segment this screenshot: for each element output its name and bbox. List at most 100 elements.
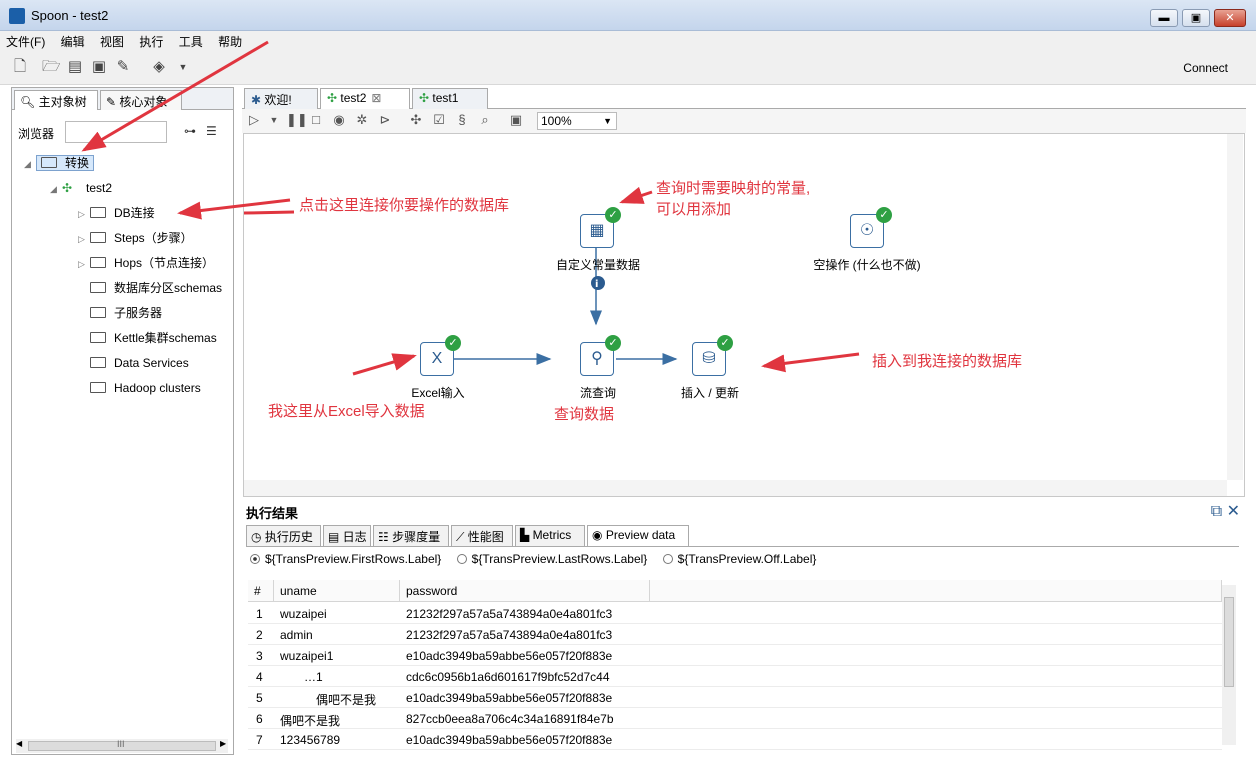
- cell-uname: wuzaipei: [280, 607, 327, 621]
- tab-step-metrics[interactable]: ☷ 步骤度量: [373, 525, 449, 546]
- tree-node-test2[interactable]: ◢ ✣ test2: [50, 177, 112, 199]
- tree-horizontal-scrollbar[interactable]: ◀ III ▶: [16, 739, 228, 753]
- tree-item-cluster-schemas[interactable]: Kettle集群schemas: [90, 327, 217, 349]
- radio-selected: [250, 554, 260, 564]
- layers-icon[interactable]: ◈: [150, 58, 168, 76]
- collapse-tree-icon[interactable]: ☰: [206, 124, 217, 138]
- column-header-index[interactable]: #: [248, 580, 274, 602]
- tab-performance-graph[interactable]: ⟋ 性能图: [451, 525, 513, 546]
- scroll-thumb[interactable]: [1224, 597, 1234, 687]
- eye-icon: ◉: [592, 528, 606, 542]
- menu-view[interactable]: 视图: [94, 31, 130, 50]
- close-button[interactable]: ✕: [1214, 9, 1246, 27]
- open-file-icon[interactable]: 🗁: [42, 58, 61, 76]
- tab-welcome-label: 欢迎!: [264, 93, 292, 107]
- folder-icon: [90, 257, 106, 268]
- tab-preview-data[interactable]: ◉ Preview data: [587, 525, 689, 546]
- canvas-horizontal-scrollbar[interactable]: [244, 480, 1227, 496]
- tab-label: 日志: [342, 530, 367, 544]
- tree-item-db-connections[interactable]: ▷ DB连接: [78, 202, 155, 224]
- pencil-icon: ✎: [106, 95, 120, 109]
- debug-icon[interactable]: ✲: [354, 112, 370, 128]
- impact-icon[interactable]: ☑: [431, 112, 447, 128]
- canvas-vertical-scrollbar[interactable]: [1227, 134, 1243, 480]
- verify-icon[interactable]: ✣: [408, 112, 424, 128]
- table-row[interactable]: 4 …1 cdc6c0956b1a6d601617f9bfc52d7c44: [248, 666, 1222, 687]
- connect-button[interactable]: Connect: [1183, 61, 1228, 75]
- new-file-icon[interactable]: 🗋: [11, 58, 29, 76]
- tree-item-steps[interactable]: ▷ Steps（步骤）: [78, 227, 193, 249]
- tab-label: 执行历史: [264, 530, 313, 544]
- sql-icon[interactable]: §: [454, 112, 470, 128]
- ok-check-icon: ✓: [717, 335, 733, 351]
- tab-welcome[interactable]: ✱ 欢迎!: [244, 88, 318, 109]
- scroll-left-icon[interactable]: ◀: [16, 739, 22, 748]
- column-header-password[interactable]: password: [400, 580, 650, 602]
- menu-tools[interactable]: 工具: [173, 31, 209, 50]
- preview-table: # uname password 1 wuzaipei 21232f297a57a5…: [248, 580, 1222, 750]
- transformation-canvas[interactable]: i ▦ ✓ 自定义常量数据 ☉ ✓ 空操作 (什么也不做) X ✓ Excel输…: [243, 133, 1245, 497]
- radio-first-rows[interactable]: ${TransPreview.FirstRows.Label}: [250, 552, 441, 566]
- run-icon[interactable]: ▷: [246, 112, 262, 128]
- table-vertical-scrollbar[interactable]: [1222, 585, 1236, 745]
- menu-help[interactable]: 帮助: [212, 31, 248, 50]
- tab-metrics[interactable]: ▙ Metrics: [515, 525, 585, 546]
- tree-node-transformations[interactable]: ◢ 转换: [24, 152, 95, 174]
- tree-item-partition-schemas[interactable]: 数据库分区schemas: [90, 277, 222, 299]
- close-tab-icon[interactable]: ⊠: [371, 91, 381, 105]
- maximize-button[interactable]: ▣: [1182, 9, 1210, 27]
- tree-item-slave-servers[interactable]: 子服务器: [90, 302, 162, 324]
- explore-repository-icon[interactable]: ▤: [66, 58, 84, 76]
- preview-mode-radios: ${TransPreview.FirstRows.Label} ${TransP…: [250, 552, 828, 566]
- title-bar: Spoon - test2 ▬ ▣ ✕: [0, 0, 1256, 31]
- popout-icon[interactable]: ⧉: [1211, 503, 1222, 520]
- tree-item-hadoop-clusters[interactable]: Hadoop clusters: [90, 377, 201, 399]
- tab-test1[interactable]: ✣ test1: [412, 88, 488, 109]
- scroll-right-icon[interactable]: ▶: [220, 739, 226, 748]
- tab-core-objects[interactable]: ✎ 核心对象: [100, 90, 182, 110]
- stop-icon[interactable]: □: [308, 112, 324, 128]
- folder-icon: [90, 232, 106, 243]
- table-row[interactable]: 1 wuzaipei 21232f297a57a5a743894a0e4a801fc…: [248, 603, 1222, 624]
- table-row[interactable]: 5 偶吧不是我 e10adc3949ba59abbe56e057f20f883e: [248, 687, 1222, 708]
- row-index: 1: [256, 607, 263, 621]
- run-dropdown-icon[interactable]: ▼: [266, 112, 282, 128]
- cell-uname: 偶吧不是我: [280, 714, 341, 728]
- preview-icon[interactable]: ◉: [331, 112, 347, 128]
- save-as-icon[interactable]: ✎: [114, 58, 132, 76]
- minimize-button[interactable]: ▬: [1150, 9, 1178, 27]
- column-header-uname[interactable]: uname: [274, 580, 400, 602]
- tree-view-buttons: ⊶ ☰: [184, 124, 217, 138]
- annotation-const-line1: 查询时需要映射的常量,: [656, 180, 811, 197]
- close-results-icon[interactable]: ✕: [1227, 503, 1240, 520]
- pause-icon[interactable]: ❚❚: [286, 112, 308, 128]
- table-row[interactable]: 7 123456789 e10adc3949ba59abbe56e057f20f88…: [248, 729, 1222, 750]
- tab-test2[interactable]: ✣ test2 ⊠: [320, 88, 410, 110]
- chevron-down-icon: ▼: [603, 116, 612, 126]
- table-row[interactable]: 2 admin 21232f297a57a5a743894a0e4a801fc3: [248, 624, 1222, 645]
- annotation-excel: 我这里从Excel导入数据: [268, 403, 425, 420]
- tree-tab-icon: 🔍︎: [20, 95, 39, 109]
- menu-edit[interactable]: 编辑: [55, 31, 91, 50]
- tree-item-hops[interactable]: ▷ Hops（节点连接）: [78, 252, 214, 274]
- tab-log[interactable]: ▤ 日志: [323, 525, 371, 546]
- replay-icon[interactable]: ⊳: [377, 112, 393, 128]
- tree-item-data-services[interactable]: Data Services: [90, 352, 189, 374]
- tab-execution-history[interactable]: ◷ 执行历史: [246, 525, 321, 546]
- menu-run[interactable]: 执行: [133, 31, 169, 50]
- zoom-select[interactable]: 100% ▼: [537, 112, 617, 130]
- expand-tree-icon[interactable]: ⊶: [184, 124, 196, 138]
- explore-db-icon[interactable]: ⌕: [477, 112, 493, 128]
- scroll-thumb[interactable]: III: [28, 739, 216, 751]
- tab-main-tree[interactable]: 🔍︎ 主对象树: [14, 90, 98, 110]
- table-row[interactable]: 6 偶吧不是我 827ccb0eea8a706c4c34a16891f84e7b: [248, 708, 1222, 729]
- show-results-icon[interactable]: ▣: [508, 112, 524, 128]
- radio-last-rows[interactable]: ${TransPreview.LastRows.Label}: [456, 552, 647, 566]
- menu-file[interactable]: 文件(F): [0, 31, 51, 50]
- browser-search-input[interactable]: [65, 121, 167, 143]
- layers-dropdown-icon[interactable]: ▼: [174, 58, 192, 76]
- save-icon[interactable]: ▣: [90, 58, 108, 76]
- editor-tabs: ✱ 欢迎! ✣ test2 ⊠ ✣ test1: [242, 87, 1246, 110]
- table-row[interactable]: 3 wuzaipei1 e10adc3949ba59abbe56e057f20f88…: [248, 645, 1222, 666]
- radio-off[interactable]: ${TransPreview.Off.Label}: [662, 552, 816, 566]
